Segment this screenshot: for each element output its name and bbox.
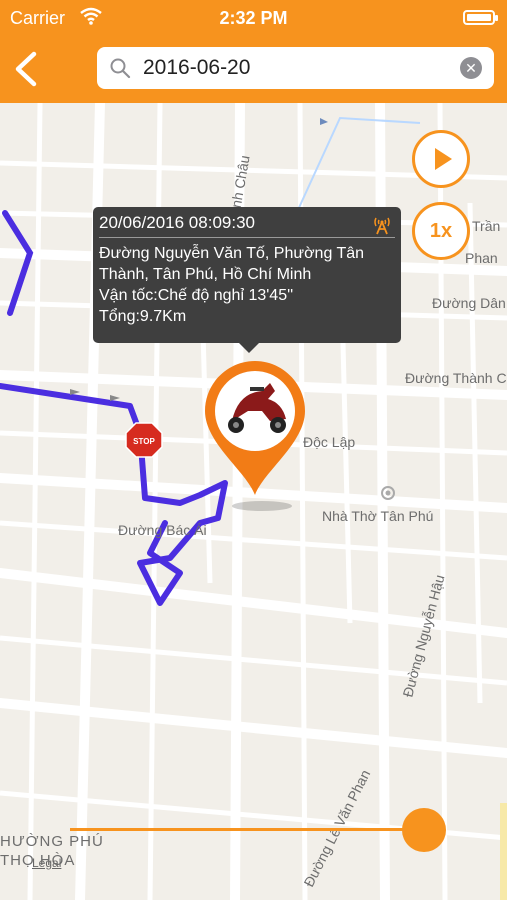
popup-address-line2: Thành, Tân Phú, Hồ Chí Minh [99,266,312,283]
playback-slider-track[interactable] [70,828,422,831]
search-icon [110,58,131,79]
street-bac-ai: Đường Bác Ái [118,522,207,538]
clear-icon[interactable]: ✕ [460,57,482,79]
battery-icon [463,10,498,25]
date-search-field[interactable]: 2016-06-20 ✕ [97,47,494,89]
street-tran: Trần [472,218,500,234]
popup-total-distance: Tổng:9.7Km [99,308,187,325]
signal-antenna-icon [374,217,390,235]
street-doc-lap: Độc Lập [303,434,355,450]
clock: 2:32 PM [219,8,288,28]
playback-slider-thumb[interactable] [402,808,446,852]
play-button[interactable] [412,130,470,188]
stop-sign-label: STOP [133,437,155,446]
search-input-value[interactable]: 2016-06-20 [143,56,250,80]
place-nha-tho: Nhà Thờ Tân Phú [322,508,433,524]
popup-datetime: 20/06/2016 08:09:30 [99,213,395,238]
location-popup: 20/06/2016 08:09:30 Đường Nguyễn Văn Tố,… [93,207,401,353]
status-bar: Carrier 2:32 PM [0,0,507,36]
legal-link[interactable]: Legal [32,856,61,870]
district-label-1: HƯỜNG PHÚ [0,833,104,850]
popup-address-line1: Đường Nguyễn Văn Tố, Phường Tân [99,245,365,262]
top-bar: Carrier 2:32 PM 2016-06-20 ✕ [0,0,507,103]
popup-speed: Vận tốc:Chế độ nghỉ 13'45'' [99,287,294,304]
street-duong-thanh-c: Đường Thành C [405,370,507,386]
street-duong-dan: Đường Dân [432,295,506,311]
play-icon [435,148,452,170]
back-chevron-icon[interactable] [10,50,44,88]
street-phan: Phan [465,250,498,266]
playback-speed-button[interactable]: 1x [412,202,470,260]
